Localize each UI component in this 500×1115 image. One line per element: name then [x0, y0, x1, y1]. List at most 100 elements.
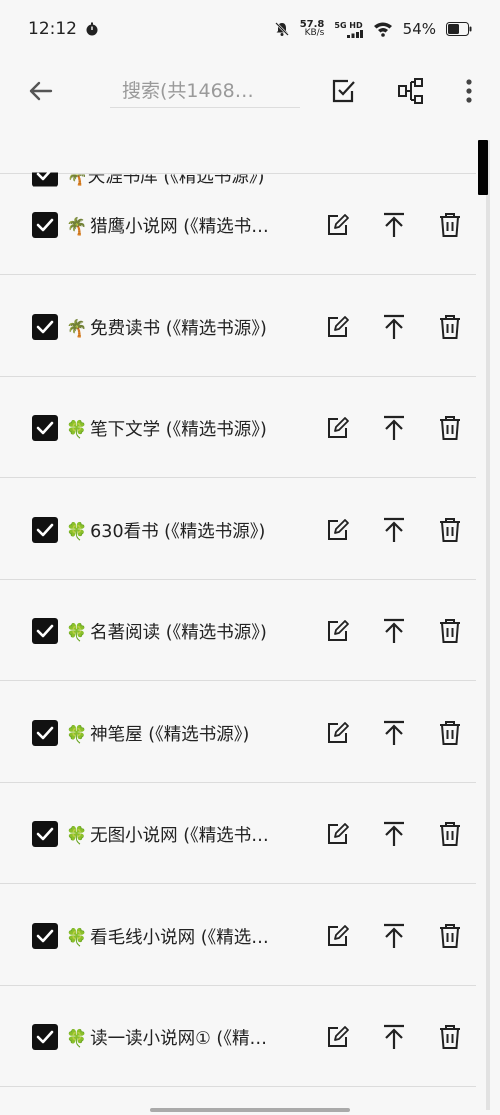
delete-icon	[440, 619, 460, 643]
move-to-top-icon	[384, 618, 404, 643]
source-label: 🍀 名著阅读 (《精选书源》)	[66, 619, 298, 644]
edit-button[interactable]	[323, 515, 353, 545]
list-item[interactable]: 🍀 笔下文学 (《精选书源》)	[0, 377, 476, 478]
status-bar: 12:12 57.8 KB/s 5G HD 54%	[0, 0, 500, 58]
timer-icon	[86, 22, 98, 36]
edit-button[interactable]	[323, 819, 353, 849]
delete-button[interactable]	[435, 921, 465, 951]
move-to-top-button[interactable]	[379, 413, 409, 443]
source-emoji: 🍀	[66, 420, 88, 440]
delete-button[interactable]	[435, 616, 465, 646]
edit-button[interactable]	[323, 718, 353, 748]
checkmark-icon	[36, 320, 54, 333]
clock: 12:12	[28, 19, 77, 39]
move-to-top-button[interactable]	[379, 1022, 409, 1052]
edit-button[interactable]	[323, 312, 353, 342]
source-name: 笔下文学 (《精选书源》)	[90, 420, 267, 440]
delete-button[interactable]	[435, 819, 465, 849]
checkmark-icon	[36, 218, 54, 232]
home-indicator[interactable]	[150, 1108, 350, 1112]
edit-icon	[328, 823, 349, 844]
checkmark-icon	[36, 1030, 54, 1044]
move-to-top-button[interactable]	[379, 210, 409, 240]
move-to-top-button[interactable]	[379, 718, 409, 748]
checkmark-icon	[36, 523, 54, 536]
source-emoji: 🍀	[66, 724, 88, 745]
scrollbar-track[interactable]	[486, 140, 490, 1110]
list-item[interactable]: 🍀 名著阅读 (《精选书源》)	[0, 580, 476, 681]
source-name: 神笔屋 (《精选书源》)	[90, 724, 250, 745]
delete-button[interactable]	[435, 515, 465, 545]
move-to-top-icon	[384, 720, 404, 745]
enabled-checkbox[interactable]	[32, 415, 58, 441]
edit-button[interactable]	[323, 210, 353, 240]
move-to-top-icon	[384, 517, 404, 542]
enabled-checkbox[interactable]	[32, 719, 58, 746]
checkmark-icon	[36, 929, 54, 942]
source-emoji: 🍀	[66, 623, 88, 643]
delete-button[interactable]	[435, 413, 465, 443]
enabled-checkbox[interactable]	[32, 821, 58, 847]
battery-percent: 54%	[402, 20, 436, 38]
enabled-checkbox[interactable]	[32, 1024, 58, 1050]
move-to-top-button[interactable]	[379, 616, 409, 646]
delete-button[interactable]	[435, 312, 465, 342]
source-name: 无图小说网 (《精选书…	[90, 826, 269, 846]
delete-button[interactable]	[435, 210, 465, 240]
move-to-top-button[interactable]	[379, 515, 409, 545]
delete-icon	[440, 720, 460, 745]
list-item[interactable]: 🍀 630看书 (《精选书源》)	[0, 479, 476, 580]
source-label: 🌴 免费读书 (《精选书源》)	[66, 315, 298, 340]
move-to-top-button[interactable]	[379, 819, 409, 849]
edit-button[interactable]	[323, 921, 353, 951]
checkmark-icon	[36, 624, 54, 638]
source-label: 🍀 看毛线小说网 (《精选…	[66, 924, 298, 949]
enabled-checkbox[interactable]	[32, 313, 58, 340]
enabled-checkbox[interactable]	[32, 618, 58, 644]
delete-button[interactable]	[435, 1022, 465, 1052]
list-item[interactable]: 🌴 猎鹰小说网 (《精选书…	[0, 174, 476, 275]
list-item[interactable]: 🍀 神笔屋 (《精选书源》)	[0, 682, 476, 783]
edit-icon	[328, 417, 349, 438]
signal-icon	[346, 29, 363, 38]
list-item[interactable]: 🍀 无图小说网 (《精选书…	[0, 783, 476, 884]
delete-button[interactable]	[435, 718, 465, 748]
scrollbar-thumb[interactable]	[478, 140, 488, 195]
network-type: 5G HD	[334, 20, 363, 30]
source-name: 免费读书 (《精选书源》)	[90, 318, 267, 339]
enabled-checkbox[interactable]	[32, 516, 58, 543]
move-to-top-icon	[384, 212, 404, 237]
source-name: 630看书 (《精选书源》)	[90, 521, 266, 542]
delete-icon	[440, 213, 460, 237]
edit-button[interactable]	[323, 616, 353, 646]
source-name: 猎鹰小说网 (《精选书…	[90, 217, 269, 237]
list-item-partial[interactable]: 🌴天涯书库 (《精选书源》)	[0, 73, 476, 187]
source-label: 🍀 无图小说网 (《精选书…	[66, 822, 298, 847]
edit-icon	[328, 924, 349, 946]
move-to-top-button[interactable]	[379, 312, 409, 342]
checkmark-icon	[36, 421, 54, 435]
move-to-top-button[interactable]	[379, 921, 409, 951]
edit-button[interactable]	[323, 1022, 353, 1052]
list-item[interactable]: 🌴 免费读书 (《精选书源》)	[0, 276, 476, 377]
delete-icon	[440, 416, 460, 440]
move-to-top-icon	[384, 415, 404, 440]
delete-icon	[440, 923, 460, 948]
edit-button[interactable]	[323, 413, 353, 443]
source-emoji: 🍀	[66, 1029, 88, 1049]
list-item[interactable]: 🍀 看毛线小说网 (《精选…	[0, 885, 476, 986]
source-emoji: 🍀	[66, 826, 88, 846]
edit-icon	[328, 620, 349, 641]
delete-icon	[440, 314, 460, 339]
source-label: 🍀 神笔屋 (《精选书源》)	[66, 721, 298, 746]
source-label: 🍀 630看书 (《精选书源》)	[66, 518, 298, 543]
move-to-top-icon	[384, 1024, 404, 1049]
enabled-checkbox[interactable]	[32, 922, 58, 949]
list-item[interactable]: 🍀 读一读小说网① (《精…	[0, 986, 476, 1087]
checkmark-icon	[36, 726, 54, 739]
edit-icon	[328, 518, 349, 540]
move-to-top-icon	[384, 821, 404, 846]
enabled-checkbox[interactable]	[32, 212, 58, 238]
source-label: 🌴 猎鹰小说网 (《精选书…	[66, 213, 298, 238]
source-emoji: 🌴	[66, 217, 88, 237]
